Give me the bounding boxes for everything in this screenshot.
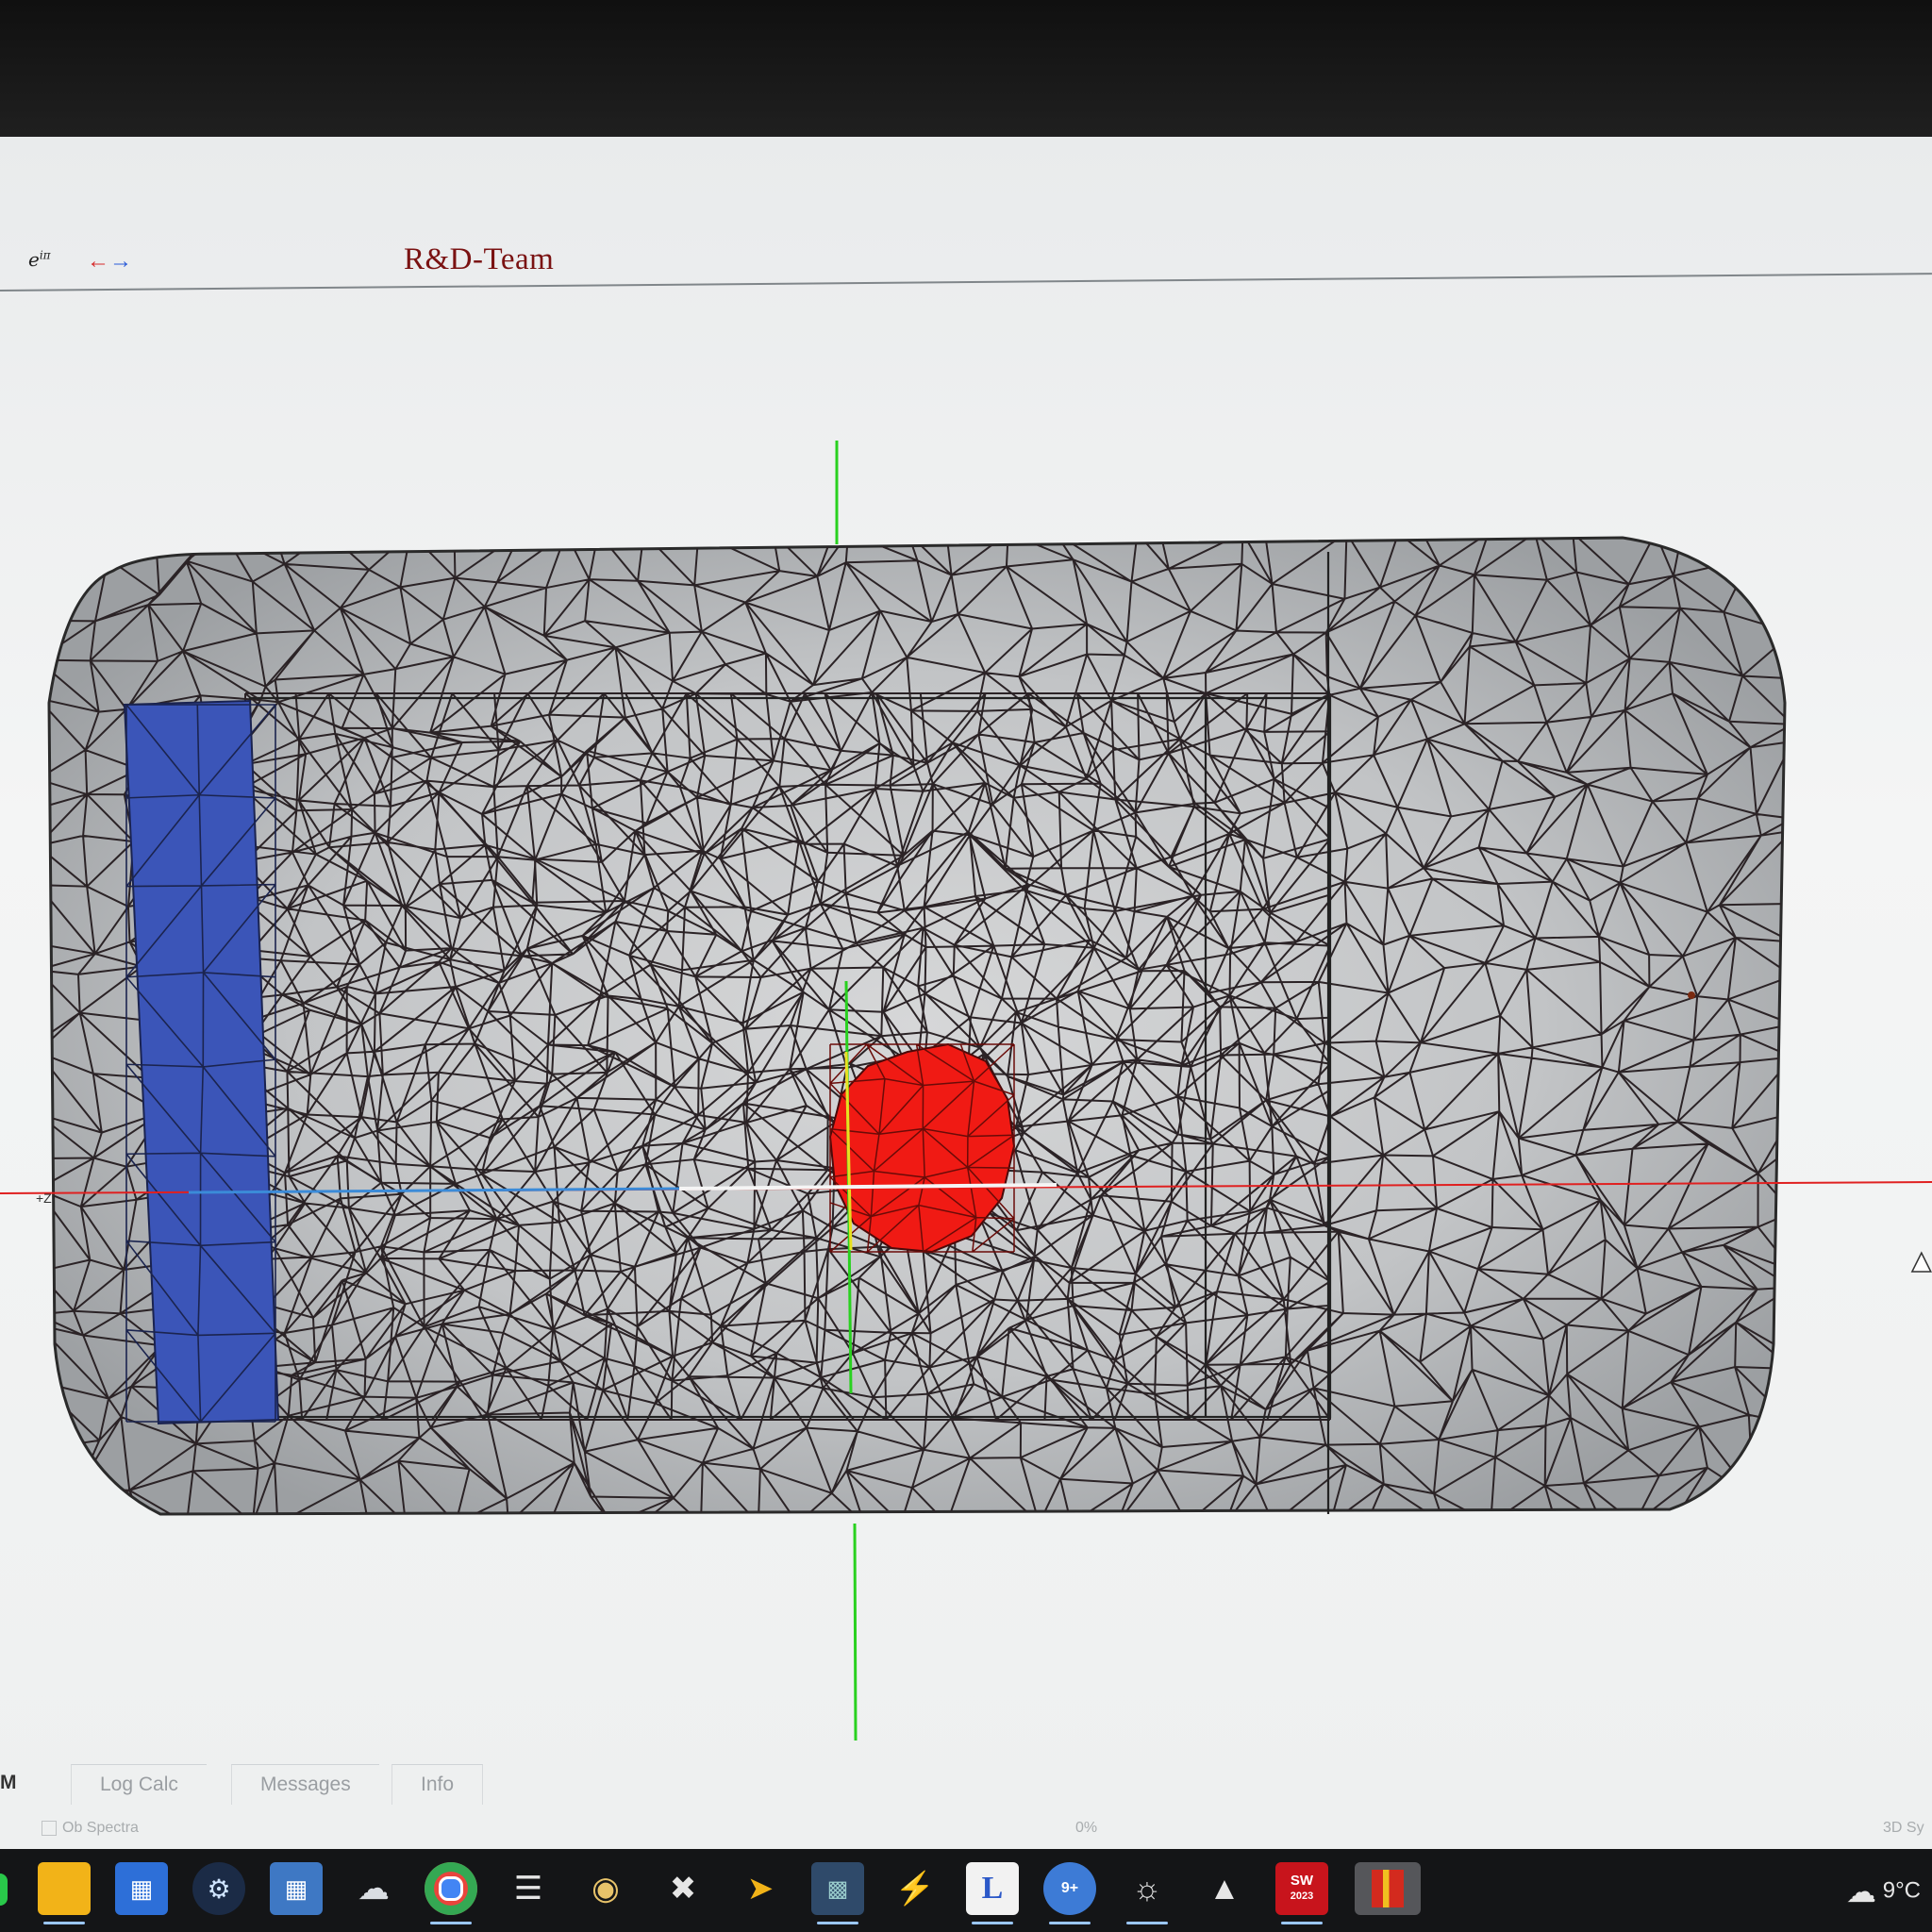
page-title: R&D-Team	[404, 242, 555, 276]
z-axis-label: +Z	[36, 1191, 52, 1206]
satellite-icon[interactable]: ☼	[1121, 1862, 1174, 1924]
header-divider	[0, 273, 1932, 291]
marker-dot	[1688, 991, 1695, 999]
file-explorer-icon[interactable]	[38, 1862, 91, 1924]
notification-badge: 9+	[1060, 1880, 1079, 1896]
status-right: 3D Sy	[1883, 1820, 1924, 1836]
cavity-body[interactable]	[47, 536, 1787, 1516]
tab-fragment: M	[0, 1772, 17, 1793]
tool-cross-icon[interactable]: ✖	[657, 1862, 709, 1915]
tab-info[interactable]: Info	[391, 1764, 484, 1805]
status-left: Ob Spectra	[42, 1820, 139, 1837]
weather-widget[interactable]: ☁ 9°C	[1846, 1874, 1921, 1909]
mouse-cursor-icon: ▲	[1905, 1242, 1932, 1280]
status-progress: 0%	[1075, 1820, 1098, 1836]
monitor-bezel	[0, 0, 1932, 142]
red-app-icon[interactable]	[1355, 1862, 1421, 1915]
sw-label: SW	[1290, 1873, 1314, 1889]
taskbar: ▦ ⚙ ▦ ☁ ☰ ◉ ✖ ➤ ▩ ⚡ L 9+ ☼ ▲ SW 2023 ☁ 9°…	[0, 1849, 1932, 1932]
plugin-icon[interactable]: ➤	[734, 1862, 787, 1915]
y-axis-line-bottom	[853, 1523, 858, 1741]
application-window: eiπ ←→ R&D-Team +Z M Log Calc Messages I…	[0, 137, 1932, 1849]
tab-messages[interactable]: Messages	[231, 1764, 379, 1805]
tab-log-calc[interactable]: Log Calc	[71, 1764, 207, 1805]
euler-exponent: iπ	[39, 248, 51, 262]
l-app-icon[interactable]: L	[966, 1862, 1019, 1924]
notes-icon[interactable]: ☰	[502, 1862, 555, 1915]
cloud-app-icon[interactable]: ☁	[347, 1862, 400, 1915]
steam-icon[interactable]: ⚙	[192, 1862, 245, 1915]
status-bar: Ob Spectra 0% 3D Sy	[0, 1818, 1932, 1846]
3d-viewport[interactable]: +Z	[0, 307, 1932, 1778]
calculator-icon[interactable]: ▦	[270, 1862, 323, 1915]
start-fragment-icon[interactable]	[0, 1874, 8, 1906]
triangle-app-icon[interactable]: ▲	[1198, 1862, 1251, 1915]
euler-logo-icon[interactable]: eiπ	[28, 248, 51, 271]
store-icon[interactable]: ▦	[115, 1862, 168, 1915]
cloud-icon: ☁	[1846, 1874, 1877, 1908]
badge-app-icon[interactable]: 9+	[1043, 1862, 1096, 1924]
bottom-tab-bar: M Log Calc Messages Info	[0, 1764, 1932, 1811]
lightning-icon[interactable]: ⚡	[889, 1862, 941, 1915]
chrome-icon[interactable]	[425, 1862, 477, 1924]
mesh-canvas[interactable]: +Z	[0, 307, 1932, 1778]
sw-2023-icon[interactable]: SW 2023	[1275, 1862, 1328, 1924]
app-grid-icon[interactable]: ▩	[811, 1862, 864, 1924]
paint-icon[interactable]: ◉	[579, 1862, 632, 1915]
sw-year: 2023	[1290, 1890, 1314, 1902]
swap-arrows-icon[interactable]: ←→	[87, 248, 132, 275]
temperature: 9°C	[1882, 1877, 1921, 1904]
status-left-text: Ob Spectra	[62, 1820, 139, 1836]
checkbox-icon[interactable]	[42, 1820, 57, 1836]
euler-base: e	[28, 248, 40, 271]
